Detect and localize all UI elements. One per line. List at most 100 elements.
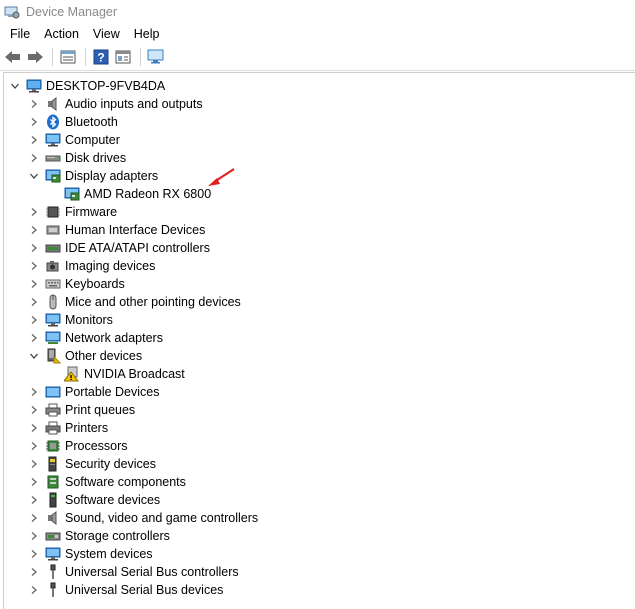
tree-root-desktop-9fvb4da[interactable]: DESKTOP-9FVB4DA (8, 77, 165, 95)
tree-item-label: NVIDIA Broadcast (84, 367, 185, 381)
toolbar-separator (85, 48, 86, 66)
expand-chevron-icon[interactable] (27, 115, 41, 129)
category-printers[interactable]: Printers (27, 419, 108, 437)
device-amd-radeon-rx-6800[interactable]: AMD Radeon RX 6800 (46, 185, 211, 203)
tree-item-label: Display adapters (65, 169, 159, 183)
category-universal-serial-bus-controllers[interactable]: Universal Serial Bus controllers (27, 563, 239, 581)
expand-chevron-icon[interactable] (27, 493, 41, 507)
tree-item-label: Human Interface Devices (65, 223, 206, 237)
menu-help[interactable]: Help (128, 25, 166, 43)
help-button[interactable]: ? (92, 48, 110, 66)
monitor-scan-icon (147, 49, 164, 64)
expand-chevron-icon[interactable] (27, 457, 41, 471)
category-network-adapters[interactable]: Network adapters (27, 329, 163, 347)
category-system-devices[interactable]: System devices (27, 545, 153, 563)
category-mice-and-other-pointing-devices[interactable]: Mice and other pointing devices (27, 293, 241, 311)
toolbar-separator (52, 48, 53, 66)
device-tree[interactable]: DESKTOP-9FVB4DA Audio inputs and outputs B… (3, 72, 635, 609)
category-display-adapters[interactable]: Display adapters (27, 167, 158, 185)
category-security-devices[interactable]: Security devices (27, 455, 156, 473)
arrow-left-icon (5, 51, 20, 63)
expand-chevron-icon[interactable] (27, 151, 41, 165)
category-other-devices[interactable]: Other devices (27, 347, 142, 365)
category-software-devices[interactable]: Software devices (27, 491, 160, 509)
category-computer[interactable]: Computer (27, 131, 120, 149)
menu-view[interactable]: View (87, 25, 126, 43)
expand-chevron-icon[interactable] (27, 241, 41, 255)
expand-chevron-icon[interactable] (27, 403, 41, 417)
tree-item-label: Security devices (65, 457, 157, 471)
category-universal-serial-bus-devices[interactable]: Universal Serial Bus devices (27, 581, 223, 599)
portable-device-icon (45, 384, 61, 400)
expand-chevron-icon[interactable] (27, 475, 41, 489)
category-audio-inputs-and-outputs[interactable]: Audio inputs and outputs (27, 95, 203, 113)
expand-chevron-icon[interactable] (27, 511, 41, 525)
scan-hardware-button[interactable] (147, 48, 165, 66)
tree-item-label: Printers (65, 421, 109, 435)
tree-item-label: Processors (65, 439, 128, 453)
category-disk-drives[interactable]: Disk drives (27, 149, 126, 167)
computer-root-icon (26, 78, 42, 94)
expand-chevron-icon[interactable] (27, 565, 41, 579)
tree-item-label: Bluetooth (65, 115, 118, 129)
category-portable-devices[interactable]: Portable Devices (27, 383, 160, 401)
tree-item-label: Mice and other pointing devices (65, 295, 241, 309)
title-bar: Device Manager (0, 0, 635, 24)
tree-item-label: Storage controllers (65, 529, 170, 543)
expand-chevron-icon[interactable] (27, 421, 41, 435)
tree-item-label: DESKTOP-9FVB4DA (46, 79, 166, 93)
expand-chevron-icon[interactable] (27, 313, 41, 327)
category-processors[interactable]: Processors (27, 437, 128, 455)
display-adapter-icon (64, 186, 80, 202)
expand-chevron-icon[interactable] (27, 277, 41, 291)
expand-chevron-icon[interactable] (27, 205, 41, 219)
view-button[interactable] (114, 48, 132, 66)
tree-item-label: Other devices (65, 349, 143, 363)
category-ide-ata-atapi-controllers[interactable]: IDE ATA/ATAPI controllers (27, 239, 210, 257)
category-human-interface-devices[interactable]: Human Interface Devices (27, 221, 205, 239)
print-queue-icon (45, 402, 61, 418)
collapse-chevron-icon[interactable] (8, 79, 22, 93)
svg-text:?: ? (97, 51, 104, 65)
tree-item-label: AMD Radeon RX 6800 (84, 187, 212, 201)
expand-chevron-icon[interactable] (27, 295, 41, 309)
storage-controller-icon (45, 528, 61, 544)
expand-chevron-icon[interactable] (27, 331, 41, 345)
forward-button[interactable] (26, 48, 44, 66)
category-sound-video-and-game-controllers[interactable]: Sound, video and game controllers (27, 509, 258, 527)
usb-icon (45, 564, 61, 580)
category-storage-controllers[interactable]: Storage controllers (27, 527, 170, 545)
expand-chevron-icon[interactable] (27, 529, 41, 543)
category-monitors[interactable]: Monitors (27, 311, 113, 329)
category-keyboards[interactable]: Keyboards (27, 275, 125, 293)
expand-chevron-icon[interactable] (27, 583, 41, 597)
expand-chevron-icon[interactable] (27, 259, 41, 273)
camera-icon (45, 258, 61, 274)
menu-bar: File Action View Help (0, 24, 635, 44)
menu-file[interactable]: File (4, 25, 36, 43)
expand-chevron-icon[interactable] (27, 547, 41, 561)
back-button[interactable] (4, 48, 22, 66)
usb-icon (45, 582, 61, 598)
expand-chevron-icon[interactable] (27, 223, 41, 237)
tree-item-label: Keyboards (65, 277, 125, 291)
properties-button[interactable] (59, 48, 77, 66)
tree-item-label: Audio inputs and outputs (65, 97, 203, 111)
computer-icon (45, 132, 61, 148)
menu-action[interactable]: Action (38, 25, 85, 43)
tree-item-label: Disk drives (65, 151, 127, 165)
category-print-queues[interactable]: Print queues (27, 401, 135, 419)
category-firmware[interactable]: Firmware (27, 203, 117, 221)
expand-chevron-icon[interactable] (27, 439, 41, 453)
expand-chevron-icon[interactable] (27, 385, 41, 399)
category-bluetooth[interactable]: Bluetooth (27, 113, 118, 131)
expand-chevron-icon[interactable] (27, 133, 41, 147)
category-imaging-devices[interactable]: Imaging devices (27, 257, 155, 275)
collapse-chevron-icon[interactable] (27, 169, 41, 183)
collapse-chevron-icon[interactable] (27, 349, 41, 363)
software-component-icon (45, 474, 61, 490)
expand-chevron-icon[interactable] (27, 97, 41, 111)
category-software-components[interactable]: Software components (27, 473, 186, 491)
device-nvidia-broadcast[interactable]: NVIDIA Broadcast (46, 365, 185, 383)
